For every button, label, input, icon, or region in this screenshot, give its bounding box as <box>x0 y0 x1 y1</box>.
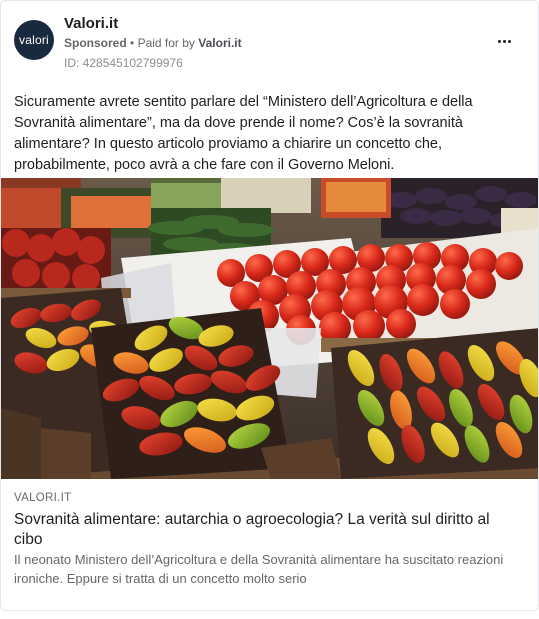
post-text: Sicuramente avrete sentito parlare del “… <box>14 94 473 173</box>
post-header: valori Valori.it Sponsored • Paid for by… <box>1 1 538 81</box>
meta-separator: • <box>130 36 135 50</box>
ad-id: ID: 428545102799976 <box>64 56 183 70</box>
ad-card: valori Valori.it Sponsored • Paid for by… <box>0 0 539 611</box>
advertiser-avatar[interactable]: valori <box>14 20 54 60</box>
paid-for-prefix: Paid for by <box>137 36 195 50</box>
link-domain: VALORI.IT <box>14 492 72 504</box>
link-description: Il neonato Ministero dell’Agricoltura e … <box>14 552 504 586</box>
more-options-button[interactable] <box>492 31 516 51</box>
sponsored-line: Sponsored • Paid for by Valori.it <box>64 36 242 50</box>
more-horizontal-icon <box>497 39 511 43</box>
advertiser-name[interactable]: Valori.it <box>64 15 118 32</box>
avatar-text: valori <box>19 33 49 47</box>
link-preview[interactable]: VALORI.IT Sovranità alimentare: autarchi… <box>1 479 538 610</box>
paid-for-name: Valori.it <box>198 36 242 50</box>
sponsored-label: Sponsored <box>64 36 127 50</box>
market-produce-photo <box>1 178 538 479</box>
link-image[interactable] <box>1 178 538 479</box>
link-title[interactable]: Sovranità alimentare: autarchia o agroec… <box>14 510 514 550</box>
